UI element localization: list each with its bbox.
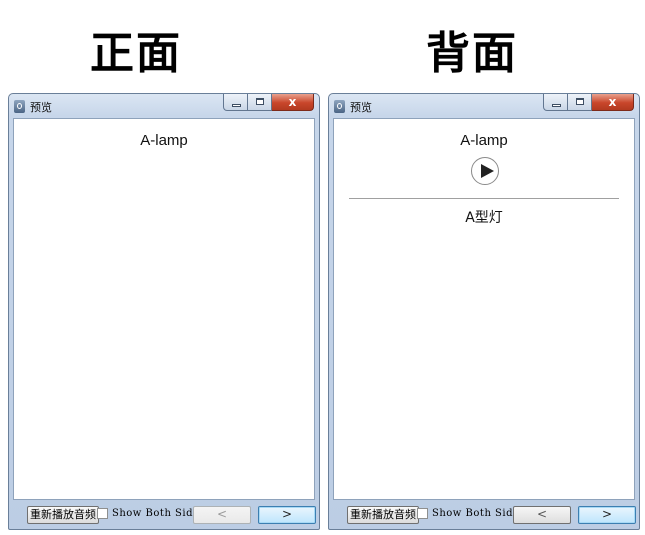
- card-content: A-lamp: [13, 118, 315, 500]
- window-title: 预览: [30, 101, 52, 114]
- next-button[interactable]: >: [578, 506, 636, 524]
- preview-window-back: 预览 x A-lamp A型灯 重新播放音频 Show Both Sides <…: [328, 93, 640, 530]
- window-controls: x: [223, 94, 314, 112]
- card-meaning: A型灯: [465, 210, 503, 226]
- window-controls: x: [543, 94, 634, 112]
- window-footer: 重新播放音频 Show Both Sides < >: [9, 498, 319, 529]
- minimize-icon[interactable]: [223, 94, 248, 111]
- title-bar[interactable]: 预览 x: [9, 94, 319, 118]
- show-both-sides-toggle[interactable]: Show Both Sides: [97, 508, 205, 519]
- previous-button[interactable]: <: [193, 506, 251, 524]
- maximize-icon[interactable]: [248, 94, 272, 111]
- card-content: A-lamp A型灯: [333, 118, 635, 500]
- maximize-icon[interactable]: [568, 94, 592, 111]
- play-icon[interactable]: [471, 157, 499, 185]
- back-heading: 背面: [426, 28, 518, 79]
- show-both-sides-label: Show Both Sides: [432, 508, 526, 519]
- show-both-sides-checkbox[interactable]: [417, 508, 428, 519]
- anki-app-icon: [334, 100, 345, 113]
- close-glyph: x: [288, 95, 297, 109]
- window-title: 预览: [350, 101, 372, 114]
- preview-window-front: 预览 x A-lamp 重新播放音频 Show Both Sides < >: [8, 93, 320, 530]
- minimize-icon[interactable]: [543, 94, 568, 111]
- close-icon[interactable]: x: [592, 94, 634, 111]
- card-word: A-lamp: [140, 132, 188, 149]
- card-word: A-lamp: [460, 132, 508, 149]
- replay-audio-button[interactable]: 重新播放音频: [27, 506, 99, 524]
- window-footer: 重新播放音频 Show Both Sides < >: [329, 498, 639, 529]
- anki-app-icon: [14, 100, 25, 113]
- show-both-sides-toggle[interactable]: Show Both Sides: [417, 508, 525, 519]
- front-heading: 正面: [90, 28, 182, 79]
- answer-divider: [349, 198, 619, 199]
- replay-audio-button[interactable]: 重新播放音频: [347, 506, 419, 524]
- previous-button[interactable]: <: [513, 506, 571, 524]
- next-button[interactable]: >: [258, 506, 316, 524]
- close-glyph: x: [608, 95, 617, 109]
- show-both-sides-checkbox[interactable]: [97, 508, 108, 519]
- close-icon[interactable]: x: [272, 94, 314, 111]
- title-bar[interactable]: 预览 x: [329, 94, 639, 118]
- show-both-sides-label: Show Both Sides: [112, 508, 206, 519]
